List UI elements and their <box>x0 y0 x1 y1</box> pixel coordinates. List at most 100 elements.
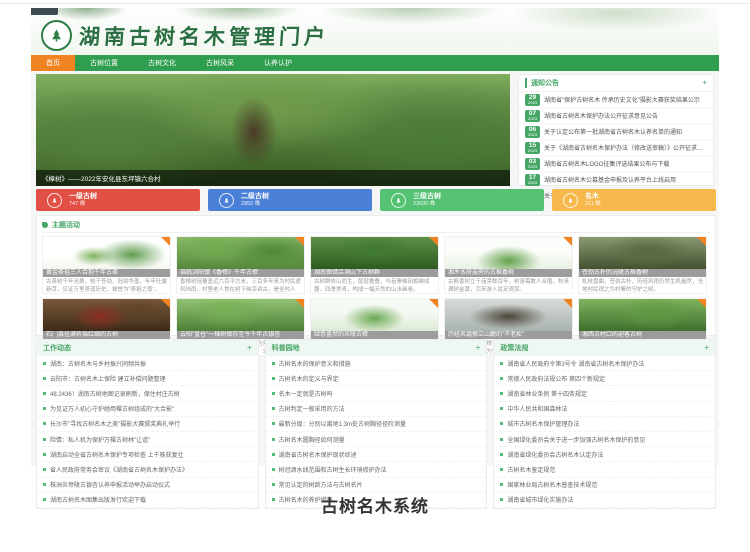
notice-item[interactable]: 062023 关于认定公布第一批湖南省古树名木认养名单的通知 <box>519 124 713 140</box>
gallery-card[interactable]: 湘乡水府庙旁的古枫香树 古枫香树立于庙旁数百年，树身需数人合围，秋来满树金黄，引… <box>444 236 573 294</box>
notice-text: 关于认定公布第一批湖南省古树名木认养名单的通知 <box>544 127 707 136</box>
card-desc: 古茶树千年沧桑，枝干苍劲、冠如华盖，年年吐露新芽，见证万里茶道历史，被誉为"茶祖… <box>43 277 170 293</box>
list-item[interactable]: 国家林业局古树名木普查技术规范 <box>494 478 715 493</box>
site-title: 湖南古树名木管理门户 <box>78 21 330 51</box>
card-title: 福临浏阳镇《香樟》千年古樟 <box>177 269 304 277</box>
notice-item[interactable]: 072023 湖南省古树名木保护办法公开征求意见公告 <box>519 108 713 124</box>
list-item[interactable]: 常德人民政府法规公布 第四个新规定 <box>494 371 715 386</box>
bullet-icon <box>43 392 46 395</box>
tree-circle-icon <box>47 193 62 208</box>
list-item[interactable]: 为见证万人初心守护她用棵古树组成的"大合影" <box>37 402 258 417</box>
notice-item[interactable]: 172023 湖南省古树名木公募基金申报及认养平台上线启用 <box>519 172 713 188</box>
card-title: 湘西古村口的迎客古树 <box>579 331 706 339</box>
nav-tab-tree-culture[interactable]: 古树文化 <box>133 55 191 71</box>
bullet-icon <box>272 468 275 471</box>
bullet-icon <box>500 453 503 456</box>
list-item[interactable]: 险情：私人机为保护万棵古树林"让道" <box>37 432 258 447</box>
list-item[interactable]: 全国绿化委员会关于进一步加强古树名木保护的意见 <box>494 432 715 447</box>
stat-card-grade3[interactable]: 三级古树 23030 株 <box>380 189 544 211</box>
notice-item[interactable]: 152023 关于《湖南省古树名木保护办法（修改送审稿）》公开征求意见的通知 <box>519 140 713 156</box>
list-item[interactable]: 湖南省古树名木保护现状综述 <box>266 447 487 462</box>
card-title: 绿意盎然的炎陵古樟 <box>311 331 438 339</box>
date-badge: 292023 <box>525 94 540 106</box>
list-item[interactable]: 省人民政府常务会审议《湖南省古树名木保护办法》 <box>37 462 258 477</box>
list-item[interactable]: 古树名木鉴定规范 <box>494 462 715 477</box>
nav-tab-home[interactable]: 首页 <box>31 55 75 71</box>
list-item[interactable]: 树冠滴水线范围和古树生长环境修护办法 <box>266 462 487 477</box>
list-item[interactable]: 湖南：古树名木与乡村振兴同频共振 <box>37 356 258 371</box>
item-text: 全国绿化委员会关于进一步加强古树名木保护的意见 <box>507 435 709 444</box>
bullet-icon <box>272 362 275 365</box>
stat-value: 747 株 <box>69 201 97 207</box>
tree-photo <box>311 299 438 331</box>
bullet-icon <box>500 362 503 365</box>
corner-ribbon-icon <box>161 237 170 246</box>
list-item[interactable]: 古树名木的定义与界定 <box>266 371 487 386</box>
nav-tab-adoption[interactable]: 认养认护 <box>249 55 307 71</box>
list-item[interactable]: 古树名木的保护意义和措施 <box>266 356 487 371</box>
policy-panel: 政策法规 + 湖南省人民政府令第3号令 湖南省古树名木保护办法 常德人民政府法规… <box>493 339 716 509</box>
gallery-header: 主题活动 <box>42 220 710 233</box>
bullet-icon <box>272 453 275 456</box>
nav-tab-tree-location[interactable]: 古树位置 <box>75 55 133 71</box>
stat-value: 23030 株 <box>413 201 441 207</box>
notice-item[interactable]: 292023 湖南省"保护古树名木 传承历史文化"摄影大赛获奖结果公示 <box>519 92 713 108</box>
date-badge: 062023 <box>525 126 540 138</box>
more-icon[interactable]: + <box>247 344 252 352</box>
site-banner: 湖南古树名木管理门户 <box>31 8 719 55</box>
list-item[interactable]: 名木一定就是古树吗 <box>266 386 487 401</box>
bottom-columns: 工作动态 + 湖南：古树名木与乡村振兴同频共振 云阳市：古树名木上保险 建立补偿… <box>36 339 716 509</box>
list-item[interactable]: 云阳市：古树名木上保险 建立补偿问题整理 <box>37 371 258 386</box>
item-text: 48.2436！湖南古树地图记录刷新，保住村庄古树 <box>50 389 252 398</box>
gallery-card[interactable]: 福临浏阳镇《香樟》千年古樟 香樟树冠覆盖近六百平方米，三百多年来为村民遮风挡雨，… <box>176 236 305 294</box>
list-item[interactable]: 古树名木圆胸径如何测量 <box>266 432 487 447</box>
stat-card-grade2[interactable]: 二级古树 2952 株 <box>208 189 372 211</box>
hero-carousel[interactable]: 《樟树》——2022年安化县东坪镇六合村 <box>36 74 510 186</box>
list-item[interactable]: 最新分级：分别以离地1.3m处古树胸径径阶测量 <box>266 417 487 432</box>
stats-row: 一级古树 747 株 二级古树 2952 株 三级古树 23030 株 名木 2… <box>36 189 716 211</box>
list-item[interactable]: 城市古树名木保护管理办法 <box>494 417 715 432</box>
nav-tab-tree-style[interactable]: 古树风采 <box>191 55 249 71</box>
tree-photo <box>445 299 572 331</box>
bullet-icon <box>43 362 46 365</box>
bullet-icon <box>500 422 503 425</box>
date-badge: 152023 <box>525 142 540 154</box>
notice-item[interactable]: 032023 湖南省古树名木LOGO征集评选结果公布与下载 <box>519 156 713 172</box>
list-item[interactable]: 长沙市"寻找古树名木之美"摄影大赛颁奖典礼举行 <box>37 417 258 432</box>
gallery-card[interactable]: 湖南保靖吕洞山下古树群 古树群依山而生，层层叠叠，与苗寨梯田相映成趣，四季常青，… <box>310 236 439 294</box>
more-icon[interactable]: + <box>476 344 481 352</box>
stat-value: 211 株 <box>585 201 601 207</box>
tree-photo <box>311 237 438 269</box>
item-text: 常见认定的树龄方法与古树名片 <box>279 480 481 489</box>
list-item[interactable]: 湖南省人民政府令第3号令 湖南省古树名木保护办法 <box>494 356 715 371</box>
list-item[interactable]: 株洲炎帝陵古银杏认养申报活动举办启动仪式 <box>37 478 258 493</box>
stat-card-famous[interactable]: 名木 211 株 <box>552 189 716 211</box>
corner-ribbon-icon <box>429 299 438 308</box>
notice-text: 湖南省古树名木保护办法公开征求意见公告 <box>544 111 707 120</box>
bullet-icon <box>500 483 503 486</box>
item-text: 古树名木的保护意义和措施 <box>279 359 481 368</box>
list-item[interactable]: 湖南省绿化委员会古树名木认定办法 <box>494 447 715 462</box>
list-item[interactable]: 湖南启动全省古树名木保护专项检查 上千株获复壮 <box>37 447 258 462</box>
tree-circle-icon <box>391 193 406 208</box>
more-icon[interactable]: + <box>704 344 709 352</box>
item-text: 最新分级：分别以离地1.3m处古树胸径径阶测量 <box>279 419 481 428</box>
item-text: 常德人民政府法规公布 第四个新规定 <box>507 374 709 383</box>
bullet-icon <box>272 377 275 380</box>
list-item[interactable]: 湖南省林业条例 第十四条规定 <box>494 386 715 401</box>
list-item[interactable]: 中华人民共和国森林法 <box>494 402 715 417</box>
list-item[interactable]: 48.2436！湖南古树地图记录刷新，保住村庄古树 <box>37 386 258 401</box>
portal-website: 湖南古树名木管理门户 首页 古树位置 古树文化 古树风采 认养认护 《樟树》——… <box>31 8 719 466</box>
stat-card-grade1[interactable]: 一级古树 747 株 <box>36 189 200 211</box>
gallery-card[interactable]: 黄金茶祖三人合抱千年古茶 古茶树千年沧桑，枝干苍劲、冠如华盖，年年吐露新芽，见证… <box>42 236 171 294</box>
notices-more-icon[interactable]: + <box>702 79 707 87</box>
list-item[interactable]: 常见认定的树龄方法与古树名片 <box>266 478 487 493</box>
item-text: 长沙市"寻找古树名木之美"摄影大赛颁奖典礼举行 <box>50 419 252 428</box>
list-item[interactable]: 古树判定一般采用的方法 <box>266 402 487 417</box>
item-text: 湖南省绿化委员会古树名木认定办法 <box>507 450 709 459</box>
bullet-icon <box>500 468 503 471</box>
bullet-icon <box>272 483 275 486</box>
gallery-card[interactable]: 苍劲古朴的沅陵古枫香树 虬枝盘曲，苍劲古朴，历经风雨仍然生机盎然，当地村民视之为… <box>578 236 707 294</box>
corner-ribbon-icon <box>697 237 706 246</box>
date-badge: 172023 <box>525 174 540 186</box>
